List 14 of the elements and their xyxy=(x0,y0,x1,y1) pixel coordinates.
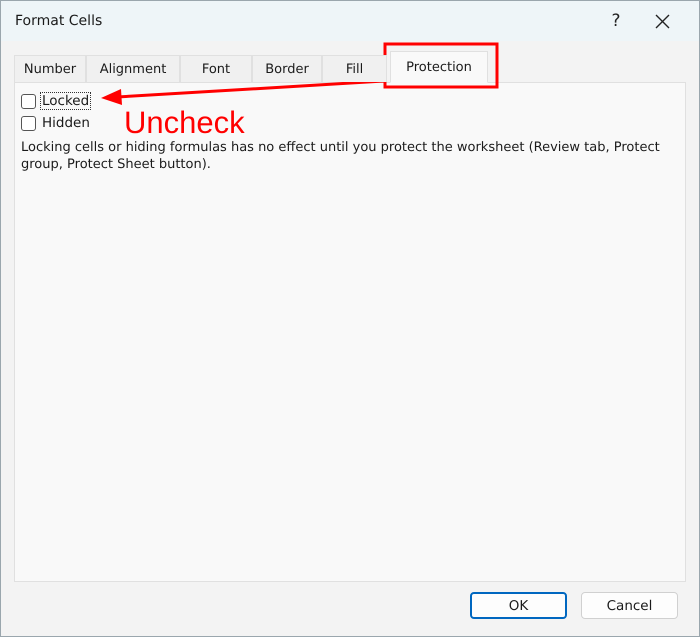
help-button[interactable]: ? xyxy=(593,1,639,41)
checkbox-label[interactable]: Locked xyxy=(41,93,90,109)
window-title: Format Cells xyxy=(15,13,104,29)
ok-button[interactable]: OK xyxy=(470,592,567,619)
tab[interactable]: Font xyxy=(180,55,252,82)
info-text: Locking cells or hiding formulas has no effect until you protect the worksheet (Review tab, Protect group, Protect Sheet button). xyxy=(21,139,661,173)
annotation-text: Uncheck xyxy=(124,105,245,141)
tab[interactable]: Border xyxy=(252,55,322,82)
cancel-button[interactable]: Cancel xyxy=(581,592,678,619)
tab[interactable]: Protection xyxy=(390,51,488,83)
tab[interactable]: Number xyxy=(14,55,86,82)
tab[interactable]: Fill xyxy=(322,55,387,82)
checkbox-label[interactable]: Hidden xyxy=(41,115,91,131)
tab[interactable]: Alignment xyxy=(86,55,180,82)
